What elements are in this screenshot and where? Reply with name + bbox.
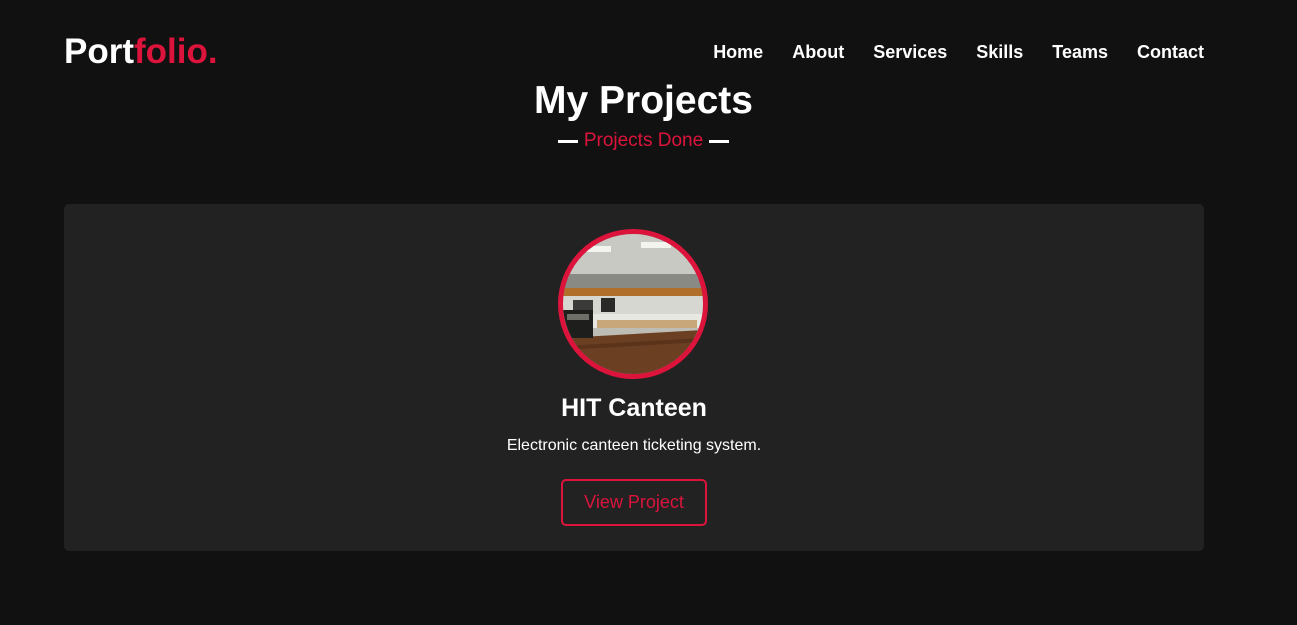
view-project-button[interactable]: View Project bbox=[561, 479, 707, 526]
canteen-photo-icon bbox=[563, 234, 703, 374]
subtitle-left-dash bbox=[557, 139, 578, 143]
section-subtitle: Projects Done bbox=[0, 128, 1297, 154]
nav-link-skills[interactable]: Skills bbox=[976, 42, 1023, 62]
nav-menu: Home About Services Skills Teams Contact bbox=[713, 38, 1204, 66]
nav-item-services: Services bbox=[873, 38, 947, 66]
nav-item-about: About bbox=[792, 38, 844, 66]
section-title: My Projects bbox=[534, 79, 753, 122]
logo[interactable]: Portfolio. bbox=[64, 30, 218, 74]
nav-link-contact[interactable]: Contact bbox=[1137, 42, 1204, 62]
section-header: My Projects Projects Done bbox=[0, 76, 1297, 154]
nav-item-home: Home bbox=[713, 38, 763, 66]
nav-link-services[interactable]: Services bbox=[873, 42, 947, 62]
logo-accent-text: folio. bbox=[134, 32, 218, 71]
nav-item-skills: Skills bbox=[976, 38, 1023, 66]
project-description: Electronic canteen ticketing system. bbox=[506, 437, 762, 454]
nav-item-contact: Contact bbox=[1137, 38, 1204, 66]
nav-item-teams: Teams bbox=[1052, 38, 1108, 66]
project-card: HIT Canteen Electronic canteen ticketing… bbox=[64, 204, 1204, 551]
nav-link-home[interactable]: Home bbox=[713, 42, 763, 62]
nav-link-teams[interactable]: Teams bbox=[1052, 42, 1108, 62]
project-image bbox=[558, 229, 708, 379]
subtitle-right-dash bbox=[709, 139, 730, 143]
project-title: HIT Canteen bbox=[561, 394, 707, 422]
subtitle-text: Projects Done bbox=[583, 130, 704, 151]
logo-text: Port bbox=[64, 32, 134, 71]
nav-link-about[interactable]: About bbox=[792, 42, 844, 62]
